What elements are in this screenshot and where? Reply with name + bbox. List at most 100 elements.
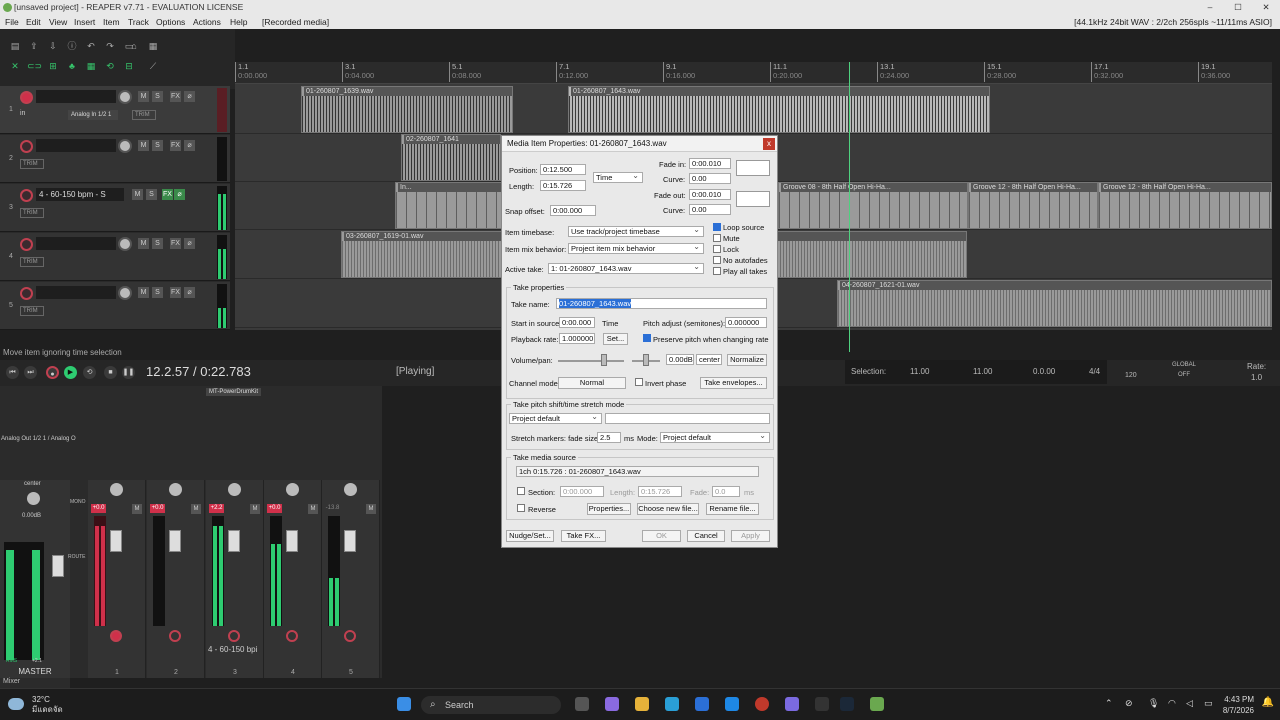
mute-button[interactable]: M — [138, 287, 149, 298]
midi-item[interactable]: Groove 08 - 8th Half Open Hi-Ha... — [778, 182, 968, 229]
section-start-field[interactable]: 0:00.000 — [560, 486, 604, 497]
open-project-icon[interactable]: ⇪ — [27, 40, 41, 53]
mute-button[interactable]: M — [138, 238, 149, 249]
pitch-mode-select[interactable]: Project default — [509, 413, 602, 424]
fx-button[interactable]: FX — [170, 238, 181, 249]
rate-value[interactable]: 1.0 — [1251, 373, 1262, 382]
master-pan-knob[interactable] — [27, 492, 40, 505]
trim-button[interactable]: TRIM — [20, 208, 44, 218]
volume-field[interactable]: 0.00dB — [666, 354, 694, 365]
discord-icon[interactable] — [785, 697, 799, 711]
record-arm-button[interactable] — [344, 630, 356, 642]
record-arm-button[interactable] — [110, 630, 122, 642]
copilot-icon[interactable] — [605, 697, 619, 711]
position-field[interactable]: 0:12.500 — [540, 164, 586, 175]
mixer-tab[interactable]: Mixer — [0, 678, 70, 688]
maximize-icon[interactable]: ☐ — [1224, 0, 1252, 15]
volume-knob[interactable] — [118, 286, 132, 300]
playback-rate-field[interactable]: 1.000000 — [559, 333, 595, 344]
close-icon[interactable]: x — [763, 138, 775, 150]
track-4[interactable]: 4 M S FX ⌀ TRIM — [0, 233, 230, 281]
outlook-icon[interactable] — [725, 697, 739, 711]
minimize-icon[interactable]: – — [1196, 0, 1224, 15]
strip-name[interactable]: 4 - 60-150 bpi — [208, 645, 257, 654]
menu-insert[interactable]: Insert — [74, 15, 95, 29]
mute-checkbox[interactable] — [713, 234, 721, 242]
channel-mode-select[interactable]: Normal — [558, 377, 626, 389]
search-box[interactable]: Search — [421, 696, 561, 714]
trim-button[interactable]: TRIM — [20, 159, 44, 169]
track-3[interactable]: 3 4 - 60-150 bpm - S M S FX ⌀ TRIM — [0, 184, 230, 232]
active-take-select[interactable]: 1: 01-260807_1643.wav — [548, 263, 704, 274]
start-in-source-field[interactable]: 0:00.000 — [559, 317, 595, 328]
choose-new-file-button[interactable]: Choose new file... — [637, 503, 699, 515]
redo-icon[interactable]: ↷ — [103, 40, 117, 53]
game-icon[interactable] — [815, 697, 829, 711]
mute-button[interactable]: M — [132, 189, 143, 200]
trim-button[interactable]: TRIM — [20, 306, 44, 316]
menu-edit[interactable]: Edit — [26, 15, 41, 29]
grouping-icon[interactable]: ⊞ — [46, 60, 60, 73]
record-arm-button[interactable] — [20, 91, 33, 104]
track-5[interactable]: 5 M S FX ⌀ TRIM — [0, 282, 230, 330]
track-name-field[interactable] — [36, 139, 116, 152]
volume-knob[interactable] — [118, 90, 132, 104]
loop-icon[interactable]: ⟲ — [103, 60, 117, 73]
fade-out-field[interactable]: 0:00.010 — [689, 189, 731, 200]
clock[interactable]: 4:43 PM 8/7/2026 — [1223, 694, 1254, 716]
apply-button[interactable]: Apply — [731, 530, 770, 542]
output-label[interactable]: Analog Out 1/2 1 / Analog O — [1, 436, 76, 442]
mute-button[interactable]: M — [250, 504, 260, 514]
take-envelopes-button[interactable]: Take envelopes... — [700, 377, 767, 389]
bpm-display[interactable]: 120 — [1125, 372, 1137, 379]
trim-button[interactable]: TRIM — [20, 257, 44, 267]
solo-button[interactable]: S — [146, 189, 157, 200]
snap-icon[interactable]: ✕ — [8, 60, 22, 73]
fx-button[interactable]: FX — [170, 287, 181, 298]
pan-field[interactable]: center — [696, 354, 722, 365]
pan-knob[interactable] — [110, 483, 123, 496]
menu-file[interactable]: File — [5, 15, 19, 29]
item-timebase-select[interactable]: Use track/project timebase — [568, 226, 704, 237]
go-to-start-icon[interactable]: ⏮ — [6, 366, 19, 379]
record-icon[interactable]: ● — [46, 366, 59, 379]
pan-knob[interactable] — [286, 483, 299, 496]
volume-fader[interactable] — [286, 530, 298, 552]
pitch-adjust-field[interactable]: 0.000000 — [725, 317, 767, 328]
volume-slider-thumb[interactable] — [601, 354, 607, 366]
section-length-field[interactable]: 0:15.726 — [638, 486, 682, 497]
media-item[interactable]: 01-260807_1639.wav — [301, 86, 513, 133]
record-arm-button[interactable] — [228, 630, 240, 642]
volume-fader[interactable] — [344, 530, 356, 552]
pan-knob[interactable] — [169, 483, 182, 496]
stretch-mode-select[interactable]: Project default — [660, 432, 770, 443]
network-icon[interactable]: ⊘ — [1125, 698, 1133, 709]
track-name-field[interactable] — [36, 237, 116, 250]
fx-button[interactable]: FX — [170, 91, 181, 102]
solo-button[interactable]: S — [152, 140, 163, 151]
normalize-button[interactable]: Normalize — [727, 354, 767, 366]
record-arm-button[interactable] — [20, 189, 33, 202]
stop-icon[interactable]: ■ — [104, 366, 117, 379]
route-button[interactable]: ROUTE — [68, 554, 86, 560]
fx-button[interactable]: FX — [162, 189, 173, 200]
section-checkbox[interactable] — [517, 487, 525, 495]
preserve-pitch-checkbox[interactable] — [643, 334, 651, 342]
mute-button[interactable]: M — [138, 140, 149, 151]
edge-icon[interactable] — [665, 697, 679, 711]
auto-crossfade-icon[interactable]: ♣ — [65, 60, 79, 73]
lock-checkbox[interactable] — [713, 245, 721, 253]
pan-slider-thumb[interactable] — [643, 354, 649, 366]
volume-knob[interactable] — [118, 237, 132, 251]
take-name-field[interactable]: 01-260807_1643.wav — [556, 298, 767, 309]
volume-icon[interactable]: ◁ — [1186, 698, 1193, 709]
media-item-selected[interactable]: 01-260807_1643.wav — [568, 86, 990, 133]
length-field[interactable]: 0:15.726 — [540, 180, 586, 191]
menu-actions[interactable]: Actions — [193, 15, 221, 29]
mute-button[interactable]: M — [191, 504, 201, 514]
lock-icon[interactable]: ⌂ — [127, 40, 141, 53]
phase-button[interactable]: ⌀ — [184, 140, 195, 151]
menu-view[interactable]: View — [49, 15, 67, 29]
record-arm-button[interactable] — [169, 630, 181, 642]
invert-phase-checkbox[interactable] — [635, 378, 643, 386]
